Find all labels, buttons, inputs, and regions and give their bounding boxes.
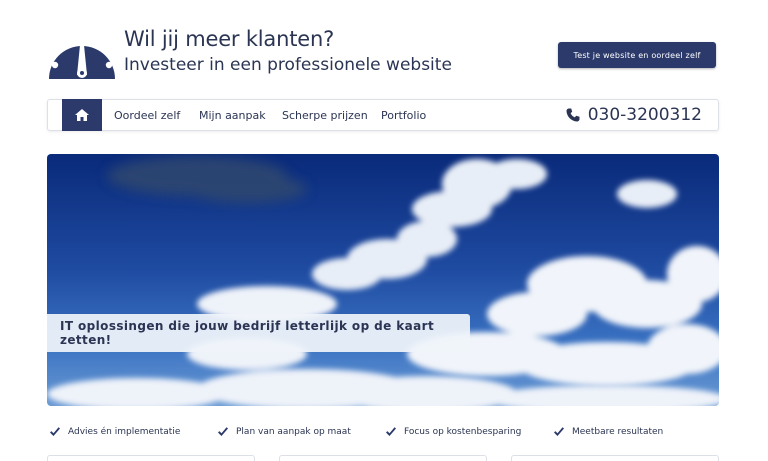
content-card xyxy=(279,455,487,461)
check-icon xyxy=(386,427,396,436)
feature-item: Advies én implementatie xyxy=(49,424,180,440)
page: Wil jij meer klanten? Investeer in een p… xyxy=(0,0,768,461)
phone-link[interactable]: 030-3200312 xyxy=(566,100,702,130)
nav-item-scherpe-prijzen[interactable]: Scherpe prijzen xyxy=(282,100,368,130)
check-icon xyxy=(218,427,228,436)
content-card xyxy=(47,455,255,461)
features-list: Advies én implementatie Plan van aanpak … xyxy=(47,424,719,440)
hero-caption: IT oplossingen die jouw bedrijf letterli… xyxy=(47,314,470,352)
cloud-sky-image xyxy=(47,156,719,406)
nav-item-portfolio[interactable]: Portfolio xyxy=(381,100,426,130)
check-icon xyxy=(50,427,60,436)
feature-label: Focus op kostenbesparing xyxy=(404,427,522,437)
check-icon xyxy=(554,427,564,436)
main-nav: Oordeel zelf Mijn aanpak Scherpe prijzen… xyxy=(47,99,719,131)
content-card xyxy=(511,455,719,461)
site-title: Wil jij meer klanten? xyxy=(124,27,335,51)
nav-home-button[interactable] xyxy=(62,99,102,131)
feature-item: Focus op kostenbesparing xyxy=(385,424,521,440)
site-titles: Wil jij meer klanten? Investeer in een p… xyxy=(124,26,452,77)
test-website-button[interactable]: Test je website en oordeel zelf xyxy=(558,42,716,68)
speedometer-icon[interactable] xyxy=(47,23,117,79)
home-icon xyxy=(75,109,89,121)
feature-label: Plan van aanpak op maat xyxy=(236,427,351,437)
phone-number: 030-3200312 xyxy=(587,105,702,125)
hero-banner: IT oplossingen die jouw bedrijf letterli… xyxy=(47,154,719,406)
feature-label: Advies én implementatie xyxy=(68,427,181,437)
phone-icon xyxy=(566,108,580,122)
feature-label: Meetbare resultaten xyxy=(572,427,664,437)
site-subtitle: Investeer in een professionele website xyxy=(124,55,452,75)
nav-item-oordeel-zelf[interactable]: Oordeel zelf xyxy=(114,100,180,130)
nav-item-mijn-aanpak[interactable]: Mijn aanpak xyxy=(199,100,266,130)
feature-item: Plan van aanpak op maat xyxy=(217,424,351,440)
feature-item: Meetbare resultaten xyxy=(553,424,663,440)
